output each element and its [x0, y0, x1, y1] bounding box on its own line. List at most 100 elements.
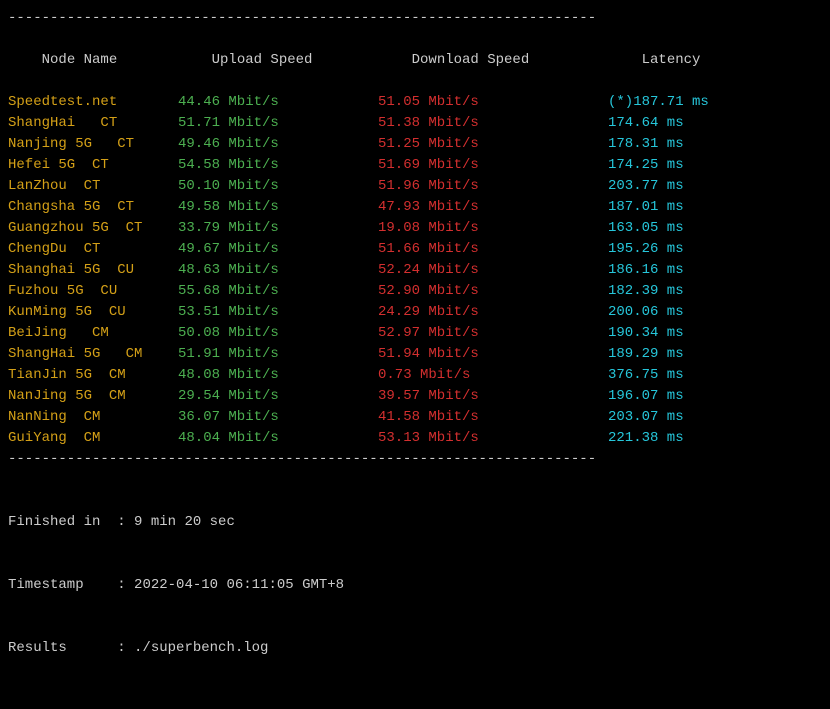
table-row: ChengDu CT49.67 Mbit/s51.66 Mbit/s195.26… — [8, 239, 822, 260]
header-download: Download Speed — [412, 50, 642, 71]
results-line: Results : ./superbench.log — [8, 638, 822, 659]
upload-cell: 36.07 Mbit/s — [178, 407, 378, 428]
upload-cell: 48.08 Mbit/s — [178, 365, 378, 386]
node-name-cell: LanZhou CT — [8, 176, 178, 197]
latency-cell: 174.64 ms — [608, 113, 684, 134]
latency-cell: 203.77 ms — [608, 176, 684, 197]
timestamp-line: Timestamp : 2022-04-10 06:11:05 GMT+8 — [8, 575, 822, 596]
results-label: Results — [8, 640, 67, 656]
download-cell: 51.96 Mbit/s — [378, 176, 608, 197]
latency-cell: 190.34 ms — [608, 323, 684, 344]
latency-cell: 376.75 ms — [608, 365, 684, 386]
download-cell: 52.24 Mbit/s — [378, 260, 608, 281]
node-name-cell: TianJin 5G CM — [8, 365, 178, 386]
upload-cell: 50.10 Mbit/s — [178, 176, 378, 197]
latency-cell: 195.26 ms — [608, 239, 684, 260]
latency-cell: 178.31 ms — [608, 134, 684, 155]
download-cell: 51.94 Mbit/s — [378, 344, 608, 365]
upload-cell: 33.79 Mbit/s — [178, 218, 378, 239]
table-row: KunMing 5G CU53.51 Mbit/s24.29 Mbit/s200… — [8, 302, 822, 323]
upload-cell: 50.08 Mbit/s — [178, 323, 378, 344]
download-cell: 39.57 Mbit/s — [378, 386, 608, 407]
top-divider: ----------------------------------------… — [8, 8, 822, 29]
table-row: Speedtest.net44.46 Mbit/s51.05 Mbit/s(*)… — [8, 92, 822, 113]
download-cell: 51.66 Mbit/s — [378, 239, 608, 260]
table-row: Fuzhou 5G CU55.68 Mbit/s52.90 Mbit/s182.… — [8, 281, 822, 302]
node-name-cell: NanNing CM — [8, 407, 178, 428]
node-name-cell: Guangzhou 5G CT — [8, 218, 178, 239]
table-body: Speedtest.net44.46 Mbit/s51.05 Mbit/s(*)… — [8, 92, 822, 449]
latency-cell: 196.07 ms — [608, 386, 684, 407]
latency-cell: 200.06 ms — [608, 302, 684, 323]
download-cell: 24.29 Mbit/s — [378, 302, 608, 323]
node-name-cell: Hefei 5G CT — [8, 155, 178, 176]
table-row: LanZhou CT50.10 Mbit/s51.96 Mbit/s203.77… — [8, 176, 822, 197]
footer: Finished in : 9 min 20 sec Timestamp : 2… — [8, 470, 822, 701]
download-cell: 52.90 Mbit/s — [378, 281, 608, 302]
latency-cell: 221.38 ms — [608, 428, 684, 449]
table-row: Changsha 5G CT49.58 Mbit/s47.93 Mbit/s18… — [8, 197, 822, 218]
node-name-cell: ShangHai CT — [8, 113, 178, 134]
bottom-divider: ----------------------------------------… — [8, 449, 822, 470]
table-row: TianJin 5G CM48.08 Mbit/s0.73 Mbit/s376.… — [8, 365, 822, 386]
upload-cell: 55.68 Mbit/s — [178, 281, 378, 302]
latency-cell: 203.07 ms — [608, 407, 684, 428]
finished-label: Finished in — [8, 514, 100, 530]
header-node: Node Name — [42, 50, 212, 71]
download-cell: 52.97 Mbit/s — [378, 323, 608, 344]
table-row: Nanjing 5G CT49.46 Mbit/s51.25 Mbit/s178… — [8, 134, 822, 155]
node-name-cell: Shanghai 5G CU — [8, 260, 178, 281]
node-name-cell: Nanjing 5G CT — [8, 134, 178, 155]
latency-cell: (*)187.71 ms — [608, 92, 709, 113]
latency-cell: 187.01 ms — [608, 197, 684, 218]
latency-cell: 174.25 ms — [608, 155, 684, 176]
timestamp-label: Timestamp — [8, 577, 84, 593]
header-upload: Upload Speed — [212, 50, 412, 71]
node-name-cell: GuiYang CM — [8, 428, 178, 449]
header-latency: Latency — [642, 50, 701, 71]
upload-cell: 51.71 Mbit/s — [178, 113, 378, 134]
upload-cell: 49.46 Mbit/s — [178, 134, 378, 155]
upload-cell: 49.67 Mbit/s — [178, 239, 378, 260]
latency-cell: 189.29 ms — [608, 344, 684, 365]
node-name-cell: NanJing 5G CM — [8, 386, 178, 407]
upload-cell: 53.51 Mbit/s — [178, 302, 378, 323]
timestamp-value: 2022-04-10 06:11:05 GMT+8 — [134, 577, 344, 593]
table-row: BeiJing CM50.08 Mbit/s52.97 Mbit/s190.34… — [8, 323, 822, 344]
upload-cell: 48.63 Mbit/s — [178, 260, 378, 281]
node-name-cell: ChengDu CT — [8, 239, 178, 260]
upload-cell: 48.04 Mbit/s — [178, 428, 378, 449]
table-row: Hefei 5G CT54.58 Mbit/s51.69 Mbit/s174.2… — [8, 155, 822, 176]
node-name-cell: Speedtest.net — [8, 92, 178, 113]
table-row: ShangHai CT51.71 Mbit/s51.38 Mbit/s174.6… — [8, 113, 822, 134]
download-cell: 0.73 Mbit/s — [378, 365, 608, 386]
download-cell: 19.08 Mbit/s — [378, 218, 608, 239]
upload-cell: 49.58 Mbit/s — [178, 197, 378, 218]
finished-value: 9 min 20 sec — [134, 514, 235, 530]
latency-cell: 163.05 ms — [608, 218, 684, 239]
table-row: Shanghai 5G CU48.63 Mbit/s52.24 Mbit/s18… — [8, 260, 822, 281]
results-value: ./superbench.log — [134, 640, 268, 656]
download-cell: 51.05 Mbit/s — [378, 92, 608, 113]
node-name-cell: Fuzhou 5G CU — [8, 281, 178, 302]
terminal-output: ----------------------------------------… — [8, 8, 822, 701]
upload-cell: 44.46 Mbit/s — [178, 92, 378, 113]
node-name-cell: BeiJing CM — [8, 323, 178, 344]
latency-cell: 186.16 ms — [608, 260, 684, 281]
table-row: GuiYang CM48.04 Mbit/s53.13 Mbit/s221.38… — [8, 428, 822, 449]
table-row: NanJing 5G CM29.54 Mbit/s39.57 Mbit/s196… — [8, 386, 822, 407]
download-cell: 41.58 Mbit/s — [378, 407, 608, 428]
upload-cell: 54.58 Mbit/s — [178, 155, 378, 176]
table-row: Guangzhou 5G CT33.79 Mbit/s19.08 Mbit/s1… — [8, 218, 822, 239]
node-name-cell: Changsha 5G CT — [8, 197, 178, 218]
node-name-cell: ShangHai 5G CM — [8, 344, 178, 365]
download-cell: 51.38 Mbit/s — [378, 113, 608, 134]
upload-cell: 51.91 Mbit/s — [178, 344, 378, 365]
node-name-cell: KunMing 5G CU — [8, 302, 178, 323]
upload-cell: 29.54 Mbit/s — [178, 386, 378, 407]
table-row: NanNing CM36.07 Mbit/s41.58 Mbit/s203.07… — [8, 407, 822, 428]
latency-cell: 182.39 ms — [608, 281, 684, 302]
download-cell: 51.69 Mbit/s — [378, 155, 608, 176]
download-cell: 47.93 Mbit/s — [378, 197, 608, 218]
download-cell: 51.25 Mbit/s — [378, 134, 608, 155]
